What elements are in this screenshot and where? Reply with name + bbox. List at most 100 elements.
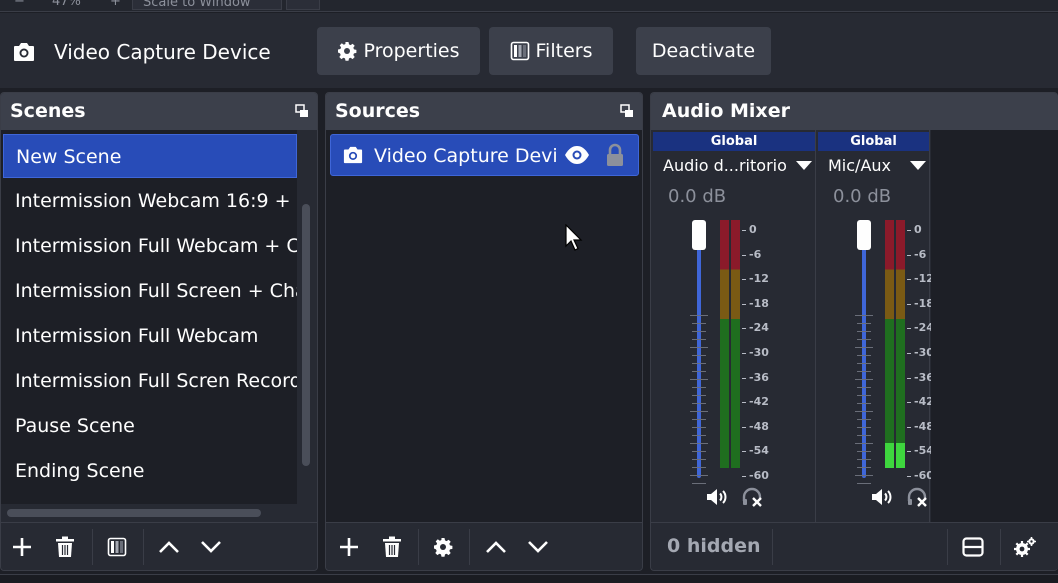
meter-scale-tick [907, 476, 911, 477]
scenes-toolbar [1, 522, 317, 570]
scene-item[interactable]: Intermission Full Screen + Chat [3, 269, 297, 313]
channel-name-button[interactable]: Mic/Aux [828, 156, 891, 175]
move-source-down-button[interactable] [525, 534, 551, 560]
meter-scale-label: -6 [914, 247, 927, 261]
camera-icon [343, 146, 363, 164]
slider-tick [690, 411, 708, 412]
audio-mixer-toolbar: 0 hidden [651, 522, 1058, 570]
channel-volume-db: 0.0 dB [833, 186, 892, 207]
move-source-up-button[interactable] [483, 534, 509, 560]
camera-icon [14, 43, 34, 61]
channel-name-button[interactable]: Audio d...ritorio [663, 156, 787, 175]
meter-scale-tick [907, 377, 911, 379]
mixer-empty-area [931, 130, 1058, 522]
plus-icon [340, 538, 358, 556]
scale-mode-dropdown-button[interactable] [286, 0, 320, 10]
meter-scale-tick [907, 451, 911, 453]
volume-slider-handle[interactable] [692, 220, 706, 250]
speaker-icon[interactable] [870, 487, 894, 507]
source-item[interactable]: Video Capture Device [330, 134, 639, 176]
slider-tick [692, 323, 706, 324]
zoom-value: 47% [52, 0, 81, 9]
eye-icon[interactable] [564, 145, 590, 165]
scene-filters-button[interactable] [104, 534, 130, 560]
slider-tick [692, 419, 706, 420]
meter-scale-tick [907, 328, 911, 330]
scrollbar-thumb[interactable] [302, 204, 310, 466]
lock-icon[interactable] [605, 143, 625, 167]
scene-item[interactable]: Intermission Full Scren Record [3, 359, 297, 403]
meter-scale-tick [742, 451, 746, 453]
meter-scale-tick [907, 230, 911, 231]
zoom-out-button[interactable]: − [14, 0, 25, 9]
scene-item[interactable]: New Scene [3, 134, 297, 178]
move-scene-down-button[interactable] [198, 534, 224, 560]
mixer-layout-button[interactable] [960, 534, 986, 560]
slider-tick [855, 411, 873, 412]
scene-item[interactable]: Ending Scene [3, 449, 297, 493]
mixer-channels: Global Audio d...ritorio 0.0 dB 0 -6 -12 -18 -2… [651, 130, 934, 522]
slider-tick [692, 451, 706, 452]
meter-scale-label: -60 [749, 469, 769, 482]
trash-icon [56, 536, 74, 557]
advanced-audio-properties-button[interactable] [1012, 534, 1038, 560]
speaker-icon[interactable] [705, 487, 729, 507]
source-properties-button[interactable] [430, 534, 456, 560]
zoom-in-button[interactable]: + [110, 0, 121, 9]
context-source-name: Video Capture Device [54, 40, 271, 64]
chevron-down-icon [528, 541, 548, 553]
add-scene-button[interactable] [9, 534, 35, 560]
slider-tick [857, 363, 871, 364]
scale-mode-select[interactable]: Scale to Window [132, 0, 282, 10]
slider-tick [857, 371, 871, 372]
slider-tick [690, 443, 708, 444]
deactivate-button[interactable]: Deactivate [636, 27, 771, 75]
undock-icon[interactable] [620, 104, 634, 118]
scenes-horizontal-scrollbar[interactable] [1, 504, 297, 522]
filters-button[interactable]: Filters [489, 27, 613, 75]
slider-tick [692, 403, 706, 404]
meter-scale-tick [907, 402, 911, 404]
slider-tick [855, 475, 873, 476]
properties-button[interactable]: Properties [317, 27, 480, 75]
slider-tick [692, 371, 706, 372]
meter-scale-label: -6 [749, 247, 762, 261]
add-source-button[interactable] [336, 534, 362, 560]
monitoring-off-icon[interactable] [906, 487, 930, 507]
remove-source-button[interactable] [379, 534, 405, 560]
channel-menu-icon[interactable] [796, 161, 812, 170]
undock-icon[interactable] [295, 104, 309, 118]
meter-scale-tick [742, 476, 746, 477]
scrollbar-thumb[interactable] [7, 509, 261, 517]
slider-tick [857, 459, 871, 460]
channel-menu-icon[interactable] [910, 161, 926, 170]
scale-mode-value: Scale to Window [143, 0, 251, 10]
slider-tick [692, 395, 706, 396]
scene-item[interactable]: Intermission Webcam 16:9 + Chat [3, 179, 297, 223]
meter-scale-tick [742, 377, 746, 379]
scene-item[interactable]: Intermission Full Webcam + Chat [3, 224, 297, 268]
volume-slider-handle[interactable] [857, 220, 871, 250]
scene-item[interactable]: Intermission Full Webcam [3, 314, 297, 358]
scene-item[interactable]: Pause Scene [3, 404, 297, 448]
status-bar-edge [0, 574, 1058, 583]
slider-tick [690, 379, 708, 380]
volume-slider[interactable] [862, 230, 866, 478]
slider-tick [855, 443, 873, 444]
slider-tick [857, 387, 871, 388]
remove-scene-button[interactable] [52, 534, 78, 560]
plus-icon [13, 538, 31, 556]
sources-toolbar [326, 522, 642, 570]
sources-list: Video Capture Device [326, 130, 642, 522]
chevron-up-icon [486, 541, 506, 553]
monitoring-off-icon[interactable] [741, 487, 765, 507]
volume-slider[interactable] [697, 230, 701, 478]
slider-tick [692, 355, 706, 356]
slider-tick [690, 315, 708, 316]
mixer-channel: Global Audio d...ritorio 0.0 dB 0 -6 -12 -18 -2… [653, 130, 816, 522]
slider-tick [857, 451, 871, 452]
audio-mixer-dock: Audio Mixer Global Audio d...ritorio 0.0 d… [650, 92, 1058, 571]
scenes-vertical-scrollbar[interactable] [297, 130, 317, 522]
move-scene-up-button[interactable] [156, 534, 182, 560]
layout-icon [962, 537, 984, 557]
